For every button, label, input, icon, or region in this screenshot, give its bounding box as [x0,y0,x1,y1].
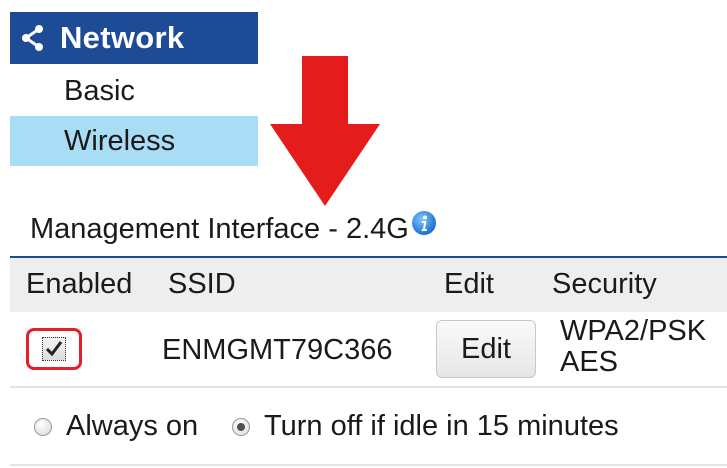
idle-off-radio[interactable] [232,418,250,436]
power-options: Always on Turn off if idle in 15 minutes [10,388,727,466]
section-title: Management Interface - 2.4G [30,210,437,246]
table-header: Enabled SSID Edit Security [10,258,727,312]
column-header-ssid: SSID [168,268,236,300]
nav-section-header[interactable]: Network [10,12,258,64]
checkbox-highlight [26,328,82,370]
sidebar-item-wireless[interactable]: Wireless [10,116,258,166]
column-header-enabled: Enabled [26,268,133,300]
always-on-radio[interactable] [34,418,52,436]
security-protocol: WPA2/PSK [560,315,707,347]
nav-header-title: Network [60,20,185,55]
column-header-security: Security [552,268,657,300]
info-icon[interactable] [411,210,437,236]
enabled-checkbox[interactable] [42,337,66,361]
management-interface-title: Management Interface - 2.4G [30,213,409,245]
page: Network Basic Wireless Management Interf… [0,0,727,468]
security-cipher: AES [560,346,619,378]
column-header-edit: Edit [444,268,494,300]
idle-off-label[interactable]: Turn off if idle in 15 minutes [264,410,619,443]
security-value: WPA2/PSK AES [560,316,706,378]
red-arrow-annotation [270,56,380,206]
ssid-value: ENMGMT79C366 [162,334,393,366]
table-row: ENMGMT79C366 Edit WPA2/PSK AES [10,312,727,388]
checkmark-icon [45,341,63,357]
edit-button[interactable]: Edit [436,320,536,378]
share-icon [18,23,48,53]
sidebar-item-basic[interactable]: Basic [10,66,258,116]
always-on-label[interactable]: Always on [66,410,198,443]
